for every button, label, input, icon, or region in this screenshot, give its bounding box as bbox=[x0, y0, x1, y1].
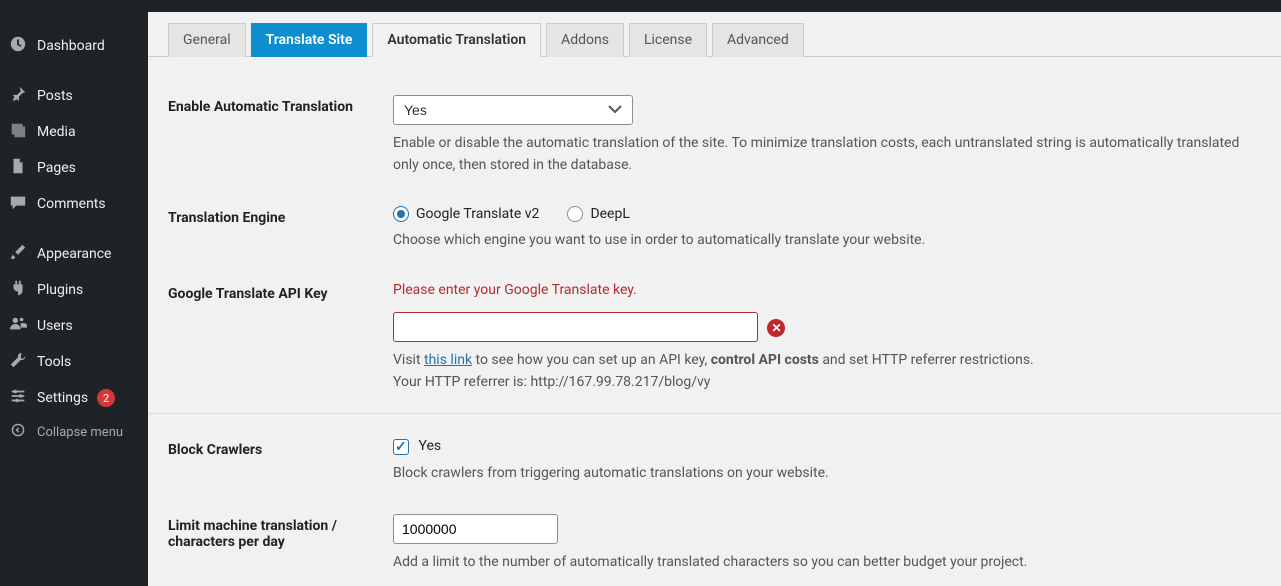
row-google-api-key: Google Translate API Key Please enter yo… bbox=[148, 264, 1281, 405]
radio-deepl-label: DeepL bbox=[590, 206, 629, 222]
google-api-key-input[interactable] bbox=[393, 312, 758, 342]
row-translation-engine: Translation Engine Google Translate v2 D… bbox=[148, 188, 1281, 264]
sidebar-label: Plugins bbox=[37, 282, 83, 298]
block-crawlers-checkbox[interactable] bbox=[393, 439, 409, 455]
sidebar-item-plugins[interactable]: Plugins bbox=[0, 272, 148, 308]
sidebar-label: Appearance bbox=[37, 246, 111, 262]
sidebar-item-users[interactable]: Users bbox=[0, 308, 148, 344]
sidebar-label: Settings bbox=[37, 390, 88, 406]
sidebar-label: Media bbox=[37, 124, 76, 140]
page-icon bbox=[8, 157, 28, 179]
sidebar-item-settings[interactable]: Settings 2 bbox=[0, 380, 148, 416]
row-enable-auto-translation: Enable Automatic Translation Yes Enable … bbox=[148, 77, 1281, 188]
char-limit-desc: Add a limit to the number of automatical… bbox=[393, 552, 1261, 574]
settings-form: Enable Automatic Translation Yes Enable … bbox=[148, 57, 1281, 586]
admin-sidebar: Dashboard Posts Media Pages Comments bbox=[0, 12, 148, 586]
content-area: General Translate Site Automatic Transla… bbox=[148, 12, 1281, 586]
error-icon: ✕ bbox=[767, 319, 785, 337]
tab-license[interactable]: License bbox=[629, 23, 707, 57]
sidebar-label: Posts bbox=[37, 88, 73, 104]
collapse-menu[interactable]: Collapse menu bbox=[0, 416, 148, 448]
radio-google-input[interactable] bbox=[393, 206, 409, 222]
google-key-error: Please enter your Google Translate key. bbox=[393, 282, 1261, 298]
sidebar-label: Users bbox=[37, 318, 73, 334]
engine-description: Choose which engine you want to use in o… bbox=[393, 230, 1261, 252]
layout: Dashboard Posts Media Pages Comments bbox=[0, 12, 1281, 586]
sidebar-item-posts[interactable]: Posts bbox=[0, 78, 148, 114]
sidebar-item-comments[interactable]: Comments bbox=[0, 186, 148, 222]
radio-deepl-input[interactable] bbox=[567, 206, 583, 222]
radio-google[interactable]: Google Translate v2 bbox=[393, 206, 539, 222]
pin-icon bbox=[8, 85, 28, 107]
label-char-limit: Limit machine translation / characters p… bbox=[168, 514, 393, 550]
tab-advanced[interactable]: Advanced bbox=[712, 23, 804, 57]
tab-general[interactable]: General bbox=[168, 23, 246, 57]
admin-bar bbox=[0, 0, 1281, 12]
sidebar-item-appearance[interactable]: Appearance bbox=[0, 236, 148, 272]
tab-addons[interactable]: Addons bbox=[546, 23, 624, 57]
media-icon bbox=[8, 121, 28, 143]
tab-automatic-translation[interactable]: Automatic Translation bbox=[372, 23, 541, 57]
sidebar-label: Comments bbox=[37, 196, 106, 212]
help-bold: control API costs bbox=[711, 352, 819, 368]
row-char-limit: Limit machine translation / characters p… bbox=[148, 496, 1281, 586]
label-block-crawlers: Block Crawlers bbox=[168, 438, 393, 458]
radio-deepl[interactable]: DeepL bbox=[567, 206, 629, 222]
api-setup-link[interactable]: this link bbox=[424, 352, 472, 368]
enable-auto-select[interactable]: Yes bbox=[393, 95, 633, 125]
google-key-help: Visit this link to see how you can set u… bbox=[393, 350, 1261, 393]
char-limit-input[interactable] bbox=[393, 514, 558, 544]
sidebar-item-media[interactable]: Media bbox=[0, 114, 148, 150]
users-icon bbox=[8, 315, 28, 337]
label-engine: Translation Engine bbox=[168, 206, 393, 226]
block-crawlers-yes: Yes bbox=[418, 438, 441, 454]
row-block-crawlers: Block Crawlers Yes Block crawlers from t… bbox=[148, 413, 1281, 496]
sidebar-item-tools[interactable]: Tools bbox=[0, 344, 148, 380]
enable-description: Enable or disable the automatic translat… bbox=[393, 133, 1261, 176]
settings-count-badge: 2 bbox=[97, 389, 115, 407]
sidebar-label: Tools bbox=[37, 354, 71, 370]
label-enable: Enable Automatic Translation bbox=[168, 95, 393, 115]
help-tail: and set HTTP referrer restrictions. bbox=[819, 352, 1034, 368]
wrench-icon bbox=[8, 351, 28, 373]
help-pre: Visit bbox=[393, 352, 424, 368]
block-crawlers-check[interactable]: Yes bbox=[393, 438, 441, 454]
dashboard-icon bbox=[8, 35, 28, 57]
tab-translate-site[interactable]: Translate Site bbox=[251, 23, 368, 57]
collapse-label: Collapse menu bbox=[37, 425, 123, 440]
comments-icon bbox=[8, 193, 28, 215]
radio-google-label: Google Translate v2 bbox=[416, 206, 539, 222]
sidebar-label: Dashboard bbox=[37, 38, 105, 54]
settings-tabs: General Translate Site Automatic Transla… bbox=[148, 22, 1281, 57]
label-google-key: Google Translate API Key bbox=[168, 282, 393, 302]
block-crawlers-desc: Block crawlers from triggering automatic… bbox=[393, 463, 1261, 485]
plug-icon bbox=[8, 279, 28, 301]
collapse-icon bbox=[8, 423, 28, 441]
help-post: to see how you can set up an API key, bbox=[472, 352, 711, 368]
sidebar-label: Pages bbox=[37, 160, 76, 176]
sidebar-item-pages[interactable]: Pages bbox=[0, 150, 148, 186]
referrer-text: Your HTTP referrer is: http://167.99.78.… bbox=[393, 374, 710, 390]
brush-icon bbox=[8, 243, 28, 265]
sidebar-item-dashboard[interactable]: Dashboard bbox=[0, 28, 148, 64]
sliders-icon bbox=[8, 387, 28, 409]
